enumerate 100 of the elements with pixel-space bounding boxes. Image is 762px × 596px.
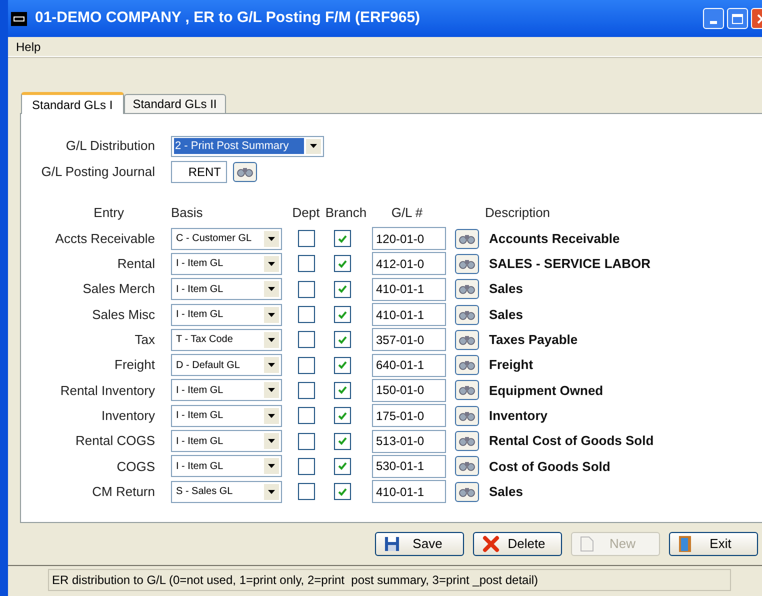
binoculars-icon — [459, 258, 475, 269]
selected-value: I - Item GL — [176, 282, 224, 297]
selected-value: S - Sales GL — [176, 485, 234, 500]
checkbox[interactable] — [298, 458, 314, 475]
checkbox[interactable] — [334, 458, 350, 475]
tab[interactable]: Standard GLs II — [124, 94, 226, 113]
checkbox[interactable] — [298, 432, 314, 450]
gl-field[interactable]: 513-01-0 — [372, 430, 446, 453]
lookup-button[interactable] — [455, 482, 479, 502]
account-description: Freight — [489, 356, 534, 374]
gl-field[interactable]: 120-01-0 — [372, 227, 446, 250]
gl-field[interactable]: 410-01-1 — [372, 480, 446, 504]
basis-dropdown[interactable]: S - Sales GL — [171, 480, 282, 503]
cross-icon — [482, 535, 500, 553]
checkmark-icon — [338, 386, 346, 394]
lookup-button[interactable] — [233, 162, 257, 182]
account-description: Sales — [489, 482, 523, 501]
lookup-button[interactable] — [455, 254, 479, 274]
basis-dropdown[interactable]: D - Default GL — [171, 354, 282, 376]
selected-value: D - Default GL — [176, 358, 241, 373]
checkmark-icon — [338, 412, 346, 420]
checkbox[interactable] — [334, 432, 350, 450]
checkbox[interactable] — [334, 331, 350, 348]
basis-dropdown[interactable]: C - Customer GL — [171, 228, 282, 250]
checkbox[interactable] — [298, 255, 314, 272]
menu-item[interactable]: Help — [16, 38, 41, 56]
gl-field[interactable]: 412-01-0 — [372, 252, 446, 276]
binoculars-icon — [459, 234, 475, 244]
binoculars-icon — [459, 461, 475, 472]
checkbox[interactable] — [298, 483, 314, 500]
basis-dropdown[interactable]: I - Item GL — [171, 455, 282, 478]
selected-value: I - Item GL — [176, 434, 224, 449]
checkmark-icon — [338, 260, 346, 268]
journal-field[interactable]: RENT — [171, 161, 227, 183]
checkbox[interactable] — [334, 280, 350, 298]
checkbox[interactable] — [298, 331, 314, 348]
checkmark-icon — [338, 462, 346, 470]
gl-field[interactable]: 175-01-0 — [372, 404, 446, 428]
gl-field[interactable]: 410-01-1 — [372, 278, 446, 301]
column-header: G/L # — [390, 204, 424, 222]
distribution-dropdown[interactable]: 2 - Print Post Summary — [171, 136, 324, 156]
basis-dropdown[interactable]: I - Item GL — [171, 252, 282, 275]
lookup-button[interactable] — [455, 304, 479, 325]
gl-field[interactable]: 357-01-0 — [372, 328, 446, 352]
gl-field[interactable]: 410-01-1 — [372, 303, 446, 326]
gl-field[interactable]: 640-01-1 — [372, 354, 446, 377]
lookup-button[interactable] — [455, 279, 479, 300]
basis-dropdown[interactable]: I - Item GL — [171, 379, 282, 402]
window-menu-icon[interactable] — [11, 12, 27, 26]
caret-icon — [268, 262, 275, 266]
lookup-button[interactable] — [455, 431, 479, 452]
checkbox[interactable] — [334, 407, 350, 424]
checkbox[interactable] — [298, 382, 314, 399]
lookup-button[interactable] — [455, 456, 479, 476]
caret-icon — [268, 414, 275, 418]
checkbox[interactable] — [334, 230, 350, 248]
basis-dropdown[interactable]: I - Item GL — [171, 278, 282, 300]
checkmark-icon — [338, 234, 346, 243]
checkbox[interactable] — [298, 306, 314, 324]
lookup-button[interactable] — [455, 406, 479, 426]
entry-label: Accts Receivable — [54, 230, 155, 248]
exit-button[interactable]: Exit — [669, 532, 758, 556]
binoculars-icon — [459, 310, 475, 320]
checkbox[interactable] — [334, 306, 350, 324]
minimize-button[interactable] — [703, 8, 724, 29]
checkbox[interactable] — [334, 255, 350, 272]
column-header: Basis — [171, 204, 204, 222]
caret-icon — [268, 363, 275, 368]
checkbox[interactable] — [334, 382, 350, 399]
checkbox[interactable] — [298, 230, 314, 248]
basis-dropdown[interactable]: T - Tax Code — [171, 328, 282, 351]
entry-label: Tax — [134, 331, 155, 350]
lookup-button[interactable] — [455, 228, 479, 249]
checkbox[interactable] — [298, 356, 314, 374]
gl-field[interactable]: 150-01-0 — [372, 378, 446, 402]
checkbox[interactable] — [334, 356, 350, 374]
binoculars-icon — [237, 167, 253, 177]
basis-dropdown[interactable]: I - Item GL — [171, 404, 282, 427]
account-description: Cost of Goods Sold — [489, 458, 610, 476]
save-button[interactable]: Save — [375, 532, 464, 556]
gl-field[interactable]: 530-01-1 — [372, 454, 446, 478]
checkmark-icon — [338, 285, 346, 294]
caret-icon — [268, 490, 275, 494]
lookup-button[interactable] — [455, 380, 479, 400]
delete-button[interactable]: Delete — [473, 532, 562, 556]
caret-icon — [268, 464, 275, 468]
checkbox[interactable] — [298, 407, 314, 424]
lookup-button[interactable] — [455, 330, 479, 350]
maximize-button[interactable] — [727, 8, 748, 29]
basis-dropdown[interactable]: I - Item GL — [171, 304, 282, 326]
tab[interactable]: Standard GLs I — [21, 92, 124, 114]
lookup-button[interactable] — [455, 355, 479, 376]
status-bar: ER distribution to G/L (0=not used, 1=print only, 2=print post summary, 3=print _post detail) — [48, 569, 731, 591]
checkbox[interactable] — [298, 280, 314, 298]
checkmark-icon — [338, 336, 346, 344]
checkbox[interactable] — [334, 483, 350, 500]
caret-icon — [268, 236, 275, 241]
column-header: Entry — [92, 204, 124, 222]
basis-dropdown[interactable]: I - Item GL — [171, 430, 282, 452]
selected-value: I - Item GL — [176, 460, 224, 474]
